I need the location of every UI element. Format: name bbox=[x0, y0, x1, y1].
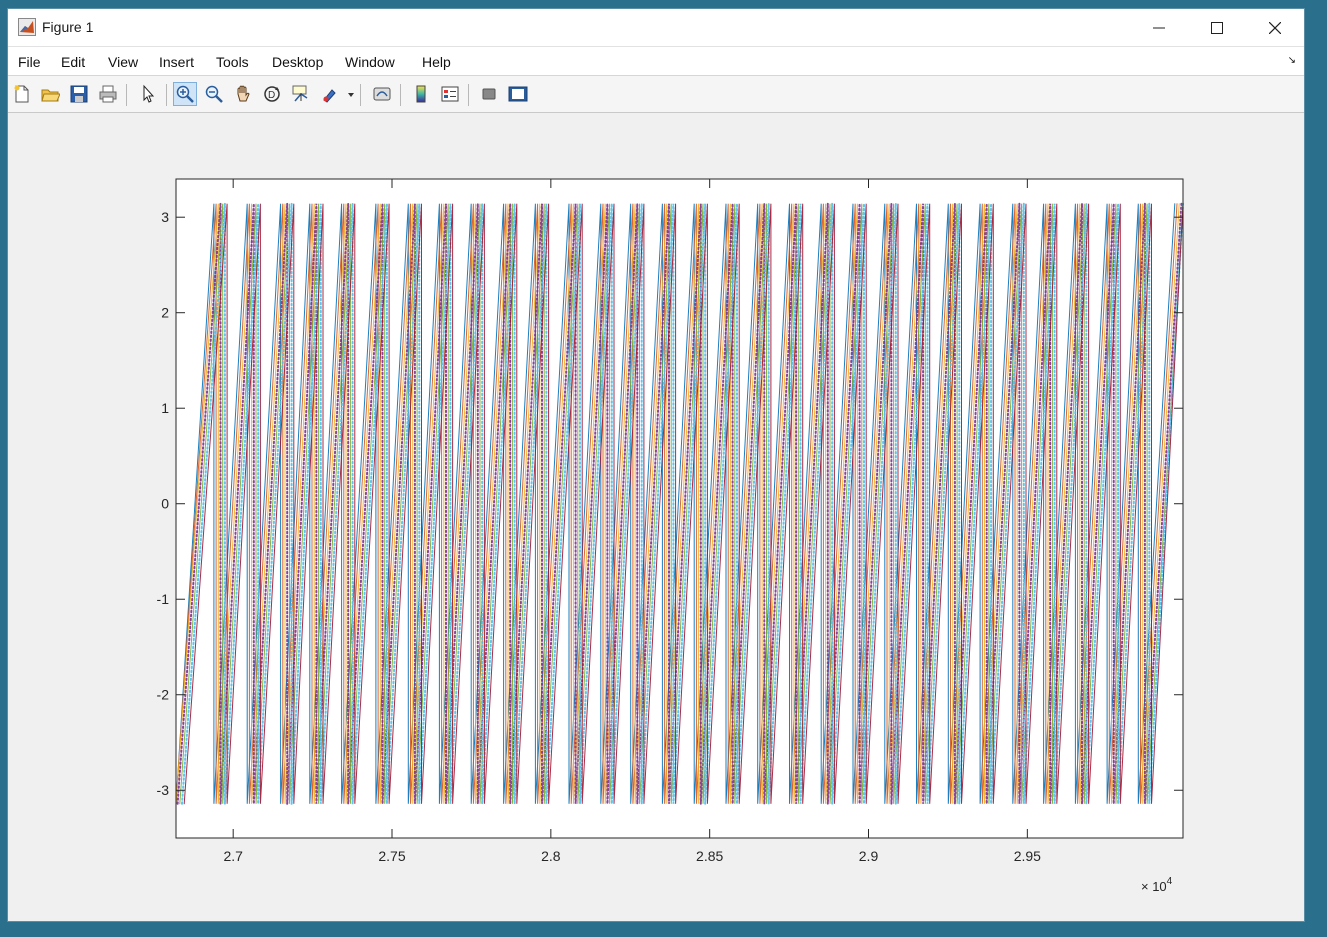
x-tick-label: 2.7 bbox=[223, 848, 243, 864]
link-plot-icon bbox=[373, 87, 391, 101]
x-tick-label: 2.9 bbox=[859, 848, 879, 864]
matlab-app-icon bbox=[18, 18, 36, 36]
menu-desktop[interactable]: Desktop bbox=[272, 54, 323, 70]
y-tick-label: -1 bbox=[157, 591, 170, 607]
x-tick-label: 2.8 bbox=[541, 848, 561, 864]
save-button[interactable] bbox=[67, 82, 91, 106]
print-icon bbox=[99, 85, 117, 103]
pointer-icon bbox=[143, 84, 155, 103]
toolbar-separator bbox=[126, 84, 127, 106]
menu-tools[interactable]: Tools bbox=[216, 54, 249, 70]
x-tick-label: 2.85 bbox=[696, 848, 723, 864]
figure-window: Figure 1 File Edit View Insert Tools Des… bbox=[7, 8, 1305, 922]
dock-arrow-icon[interactable]: ↘ bbox=[1288, 55, 1296, 66]
data-cursor-icon bbox=[292, 85, 308, 102]
hide-plot-tools-icon bbox=[482, 88, 496, 100]
plot-svg[interactable]: 2.7 2.75 2.8 2.85 2.9 2.95 3 2 1 0 -1 -2 -3 × 104 bbox=[8, 113, 1304, 921]
x-exponent-label: × 104 bbox=[1141, 876, 1173, 894]
legend-button[interactable] bbox=[438, 82, 462, 106]
y-tick-label: -3 bbox=[157, 782, 170, 798]
menu-insert[interactable]: Insert bbox=[159, 54, 194, 70]
hide-plot-tools-button[interactable] bbox=[477, 82, 501, 106]
menu-bar: File Edit View Insert Tools Desktop Wind… bbox=[8, 47, 1304, 76]
brush-icon bbox=[323, 89, 354, 103]
y-tick-label: 0 bbox=[161, 496, 169, 512]
y-tick-label: 2 bbox=[161, 305, 169, 321]
figure-canvas[interactable]: 2.7 2.75 2.8 2.85 2.9 2.95 3 2 1 0 -1 -2 -3 × 104 bbox=[8, 113, 1304, 921]
open-file-icon bbox=[41, 89, 60, 102]
brush-button[interactable] bbox=[318, 82, 356, 106]
zoom-out-button[interactable] bbox=[202, 82, 226, 106]
toolbar-separator bbox=[166, 84, 167, 106]
menu-view[interactable]: View bbox=[108, 54, 138, 70]
y-tick-label: -2 bbox=[157, 687, 170, 703]
legend-icon bbox=[441, 86, 459, 102]
pan-icon bbox=[237, 85, 250, 102]
show-plot-tools-button[interactable] bbox=[506, 82, 530, 106]
toolbar-separator bbox=[360, 84, 361, 106]
pan-button[interactable] bbox=[231, 82, 255, 106]
rotate-3d-button[interactable]: D bbox=[260, 82, 284, 106]
maximize-button[interactable] bbox=[1188, 9, 1246, 46]
edit-plot-button[interactable] bbox=[136, 82, 160, 106]
colorbar-icon bbox=[416, 85, 426, 103]
zoom-out-icon bbox=[205, 85, 223, 103]
zoom-in-button[interactable] bbox=[173, 82, 197, 106]
new-figure-icon bbox=[14, 85, 29, 103]
save-icon bbox=[70, 85, 88, 103]
show-plot-tools-icon bbox=[508, 86, 528, 102]
y-tick-label: 3 bbox=[161, 209, 169, 225]
maximize-icon bbox=[1211, 21, 1223, 34]
data-cursor-button[interactable] bbox=[289, 82, 313, 106]
rotate-3d-icon: D bbox=[264, 86, 280, 102]
close-button[interactable] bbox=[1246, 9, 1304, 46]
new-figure-button[interactable] bbox=[10, 82, 34, 106]
svg-text:D: D bbox=[268, 90, 275, 101]
x-tick-label: 2.95 bbox=[1014, 848, 1041, 864]
colorbar-button[interactable] bbox=[409, 82, 433, 106]
title-bar[interactable]: Figure 1 bbox=[8, 9, 1304, 47]
menu-window[interactable]: Window bbox=[345, 54, 395, 70]
menu-edit[interactable]: Edit bbox=[61, 54, 85, 70]
figure-toolbar: D bbox=[8, 76, 1304, 113]
toolbar-separator bbox=[468, 84, 469, 106]
link-plot-button[interactable] bbox=[370, 82, 394, 106]
open-file-button[interactable] bbox=[38, 82, 62, 106]
menu-file[interactable]: File bbox=[18, 54, 41, 70]
close-icon bbox=[1269, 21, 1281, 34]
minimize-icon bbox=[1153, 27, 1165, 28]
toolbar-separator bbox=[400, 84, 401, 106]
x-tick-label: 2.75 bbox=[378, 848, 405, 864]
y-tick-label: 1 bbox=[161, 400, 169, 416]
zoom-in-icon bbox=[176, 85, 194, 103]
window-title: Figure 1 bbox=[42, 19, 94, 35]
minimize-button[interactable] bbox=[1130, 9, 1188, 46]
print-button[interactable] bbox=[96, 82, 120, 106]
menu-help[interactable]: Help bbox=[422, 54, 451, 70]
